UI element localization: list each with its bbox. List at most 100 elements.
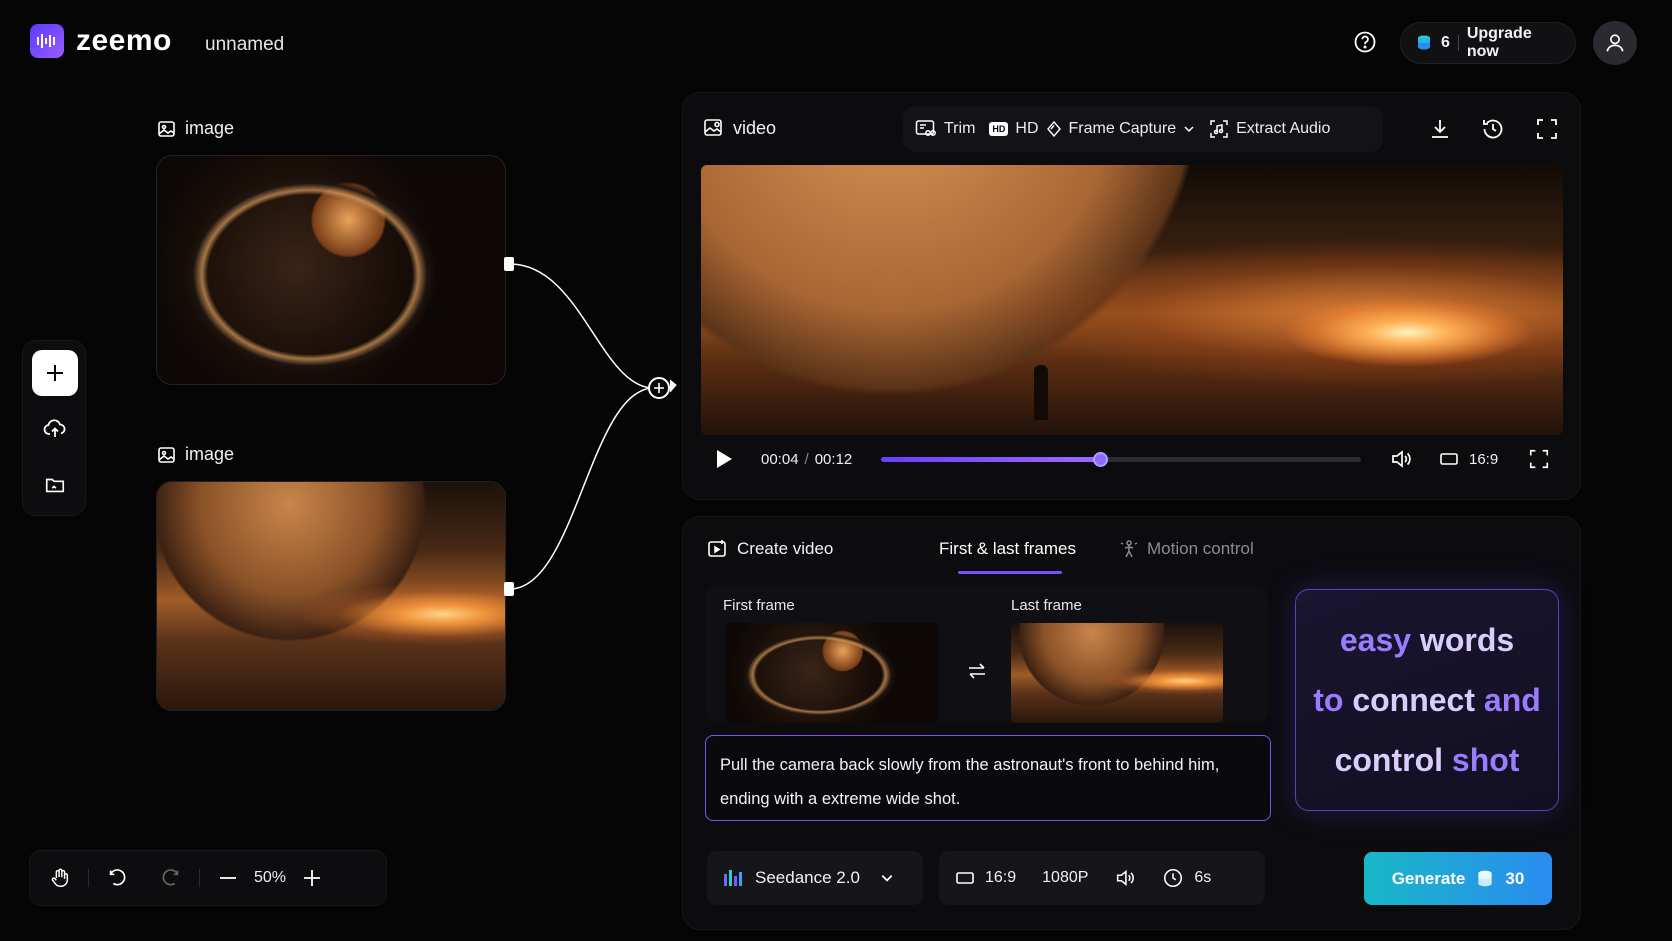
callout-word: control bbox=[1334, 742, 1443, 778]
trim-button[interactable]: Trim bbox=[915, 119, 975, 139]
callout-word: connect bbox=[1352, 682, 1475, 718]
coins-icon bbox=[1475, 869, 1495, 889]
player-fullscreen-icon[interactable] bbox=[1528, 448, 1550, 470]
create-video-icon bbox=[707, 539, 729, 559]
coins-icon bbox=[1415, 34, 1433, 52]
callout-line-2: to connect and bbox=[1313, 676, 1541, 724]
prompt-text: Pull the camera back slowly from the ast… bbox=[720, 756, 1220, 808]
extract-audio-button[interactable]: Extract Audio bbox=[1209, 119, 1330, 139]
connection-line-1 bbox=[509, 263, 653, 389]
current-time: 00:04 bbox=[761, 450, 799, 468]
divider bbox=[1457, 35, 1459, 51]
diamond-icon bbox=[1046, 121, 1062, 137]
resolution-setting[interactable]: 1080P bbox=[1042, 869, 1088, 887]
active-tab-indicator bbox=[958, 571, 1062, 574]
download-icon[interactable] bbox=[1428, 117, 1452, 141]
connection-line-2 bbox=[509, 387, 653, 590]
extract-audio-label: Extract Audio bbox=[1236, 120, 1331, 137]
audio-setting[interactable] bbox=[1114, 867, 1136, 889]
generate-button[interactable]: Generate 30 bbox=[1364, 852, 1552, 905]
undo-icon[interactable] bbox=[105, 866, 129, 890]
first-frame-thumbnail[interactable] bbox=[725, 623, 939, 723]
time-display: 00:04 / 00:12 bbox=[761, 451, 881, 468]
swap-frames-icon[interactable] bbox=[965, 659, 989, 683]
aspect-ratio-button[interactable]: 16:9 bbox=[1439, 451, 1498, 468]
mode-tabs: Create video First & last frames Motion … bbox=[707, 539, 1254, 574]
callout-word: easy bbox=[1339, 622, 1412, 658]
help-icon[interactable] bbox=[1353, 30, 1377, 54]
output-settings[interactable]: 16:9 1080P 6s bbox=[939, 851, 1265, 905]
trim-label: Trim bbox=[944, 120, 976, 137]
progress-fill bbox=[881, 456, 1100, 462]
chevron-down-icon bbox=[880, 871, 894, 885]
generate-label: Generate bbox=[1391, 868, 1466, 888]
video-toolbar: Trim HD HD Frame Capture Extract Audio bbox=[903, 106, 1383, 152]
hd-label: HD bbox=[1015, 120, 1039, 137]
extract-audio-icon bbox=[1209, 119, 1229, 139]
volume-icon bbox=[1114, 867, 1136, 889]
prompt-textarea[interactable]: Pull the camera back slowly from the ast… bbox=[705, 735, 1271, 821]
avatar[interactable] bbox=[1593, 21, 1637, 65]
hand-pan-icon[interactable] bbox=[48, 866, 72, 890]
video-panel: video Trim HD HD Frame Capture Extract A… bbox=[682, 92, 1581, 500]
divider bbox=[88, 869, 89, 887]
duration-setting[interactable]: 6s bbox=[1162, 867, 1211, 889]
model-name: Seedance 2.0 bbox=[755, 868, 860, 887]
generate-cost: 30 bbox=[1505, 868, 1525, 888]
tab-motion-control[interactable]: Motion control bbox=[1119, 539, 1254, 559]
tab-create-video-label: Create video bbox=[737, 539, 834, 558]
resolution-value: 1080P bbox=[1042, 869, 1089, 886]
video-panel-title: video bbox=[703, 117, 776, 139]
progress-thumb[interactable] bbox=[1092, 451, 1108, 467]
canvas-zoom-bar: 50% bbox=[29, 850, 387, 906]
zoom-level[interactable]: 50% bbox=[240, 869, 300, 887]
zoom-in-icon[interactable] bbox=[300, 866, 324, 890]
time-separator: / bbox=[804, 450, 809, 468]
frame-capture-label: Frame Capture bbox=[1068, 120, 1177, 137]
callout-line-3: control shot bbox=[1335, 736, 1520, 784]
first-frame-label: First frame bbox=[723, 597, 795, 614]
hd-badge: HD bbox=[989, 122, 1009, 136]
zoom-out-icon[interactable] bbox=[216, 866, 240, 890]
generation-settings-bar: Seedance 2.0 16:9 1080P 6s Generate 30 bbox=[707, 851, 1567, 907]
total-time: 00:12 bbox=[814, 450, 853, 468]
merge-node-add-icon[interactable] bbox=[648, 377, 670, 399]
callout-line-1: easy words bbox=[1340, 616, 1514, 664]
player-controls: 00:04 / 00:12 16:9 bbox=[713, 439, 1563, 479]
aspect-setting[interactable]: 16:9 bbox=[955, 869, 1016, 887]
last-frame-thumbnail[interactable] bbox=[1011, 623, 1223, 723]
upgrade-button[interactable]: Upgrade now bbox=[1467, 25, 1561, 61]
motion-icon bbox=[1119, 539, 1139, 559]
connection-arrow bbox=[669, 379, 677, 393]
volume-icon[interactable] bbox=[1389, 447, 1413, 471]
progress-slider[interactable] bbox=[881, 451, 1361, 467]
callout-word: to bbox=[1313, 682, 1344, 718]
divider bbox=[199, 869, 200, 887]
chevron-down-icon bbox=[1183, 123, 1195, 135]
aspect-ratio-label: 16:9 bbox=[1469, 450, 1499, 468]
callout-word: shot bbox=[1451, 742, 1520, 778]
model-select[interactable]: Seedance 2.0 bbox=[707, 851, 923, 905]
history-icon[interactable] bbox=[1481, 117, 1505, 141]
credits-pill[interactable]: 6 Upgrade now bbox=[1400, 22, 1576, 64]
tab-create-video[interactable]: Create video bbox=[707, 539, 939, 559]
tab-motion-label: Motion control bbox=[1147, 539, 1254, 558]
tab-first-last-frames[interactable]: First & last frames bbox=[939, 539, 1119, 574]
video-title-label: video bbox=[733, 117, 777, 138]
callout-word: and bbox=[1483, 682, 1541, 718]
credits-count: 6 bbox=[1441, 34, 1450, 51]
tip-callout: easy words to connect and control shot bbox=[1295, 589, 1559, 811]
fullscreen-icon[interactable] bbox=[1535, 117, 1559, 141]
frames-box: First frame Last frame bbox=[705, 585, 1268, 723]
astronaut-figure bbox=[1034, 365, 1048, 420]
play-icon[interactable] bbox=[713, 447, 737, 471]
create-panel: Create video First & last frames Motion … bbox=[682, 516, 1581, 930]
model-logo-icon bbox=[723, 868, 745, 888]
callout-word: words bbox=[1419, 622, 1515, 658]
aspect-ratio-icon bbox=[955, 870, 975, 886]
aspect-ratio-icon bbox=[1439, 451, 1459, 467]
redo-icon[interactable] bbox=[159, 866, 183, 890]
hd-frame-capture-button[interactable]: HD HD Frame Capture bbox=[989, 120, 1195, 138]
video-preview[interactable] bbox=[701, 165, 1563, 435]
aspect-value: 16:9 bbox=[985, 869, 1017, 886]
